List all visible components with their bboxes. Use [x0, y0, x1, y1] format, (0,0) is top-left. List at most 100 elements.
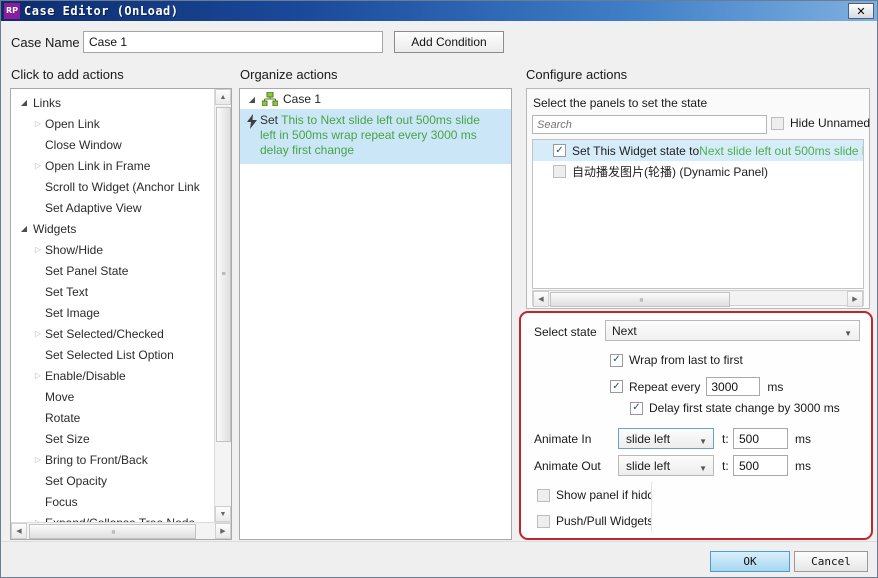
hide-unnamed-checkbox[interactable] — [771, 116, 784, 130]
tree-spacer-icon: ▷ — [31, 350, 45, 359]
case-label: Case 1 — [283, 92, 322, 106]
tree-item[interactable]: ▷Set Image — [11, 302, 215, 323]
tree-item[interactable]: ▷ Set Selected/Checked — [11, 323, 215, 344]
case-name-label: Case Name — [11, 35, 80, 50]
repeat-interval-input[interactable] — [706, 377, 761, 396]
animate-in-time-prefix: t: — [722, 432, 729, 446]
action-detail: This to Next slide left out 500ms slide … — [260, 113, 480, 157]
repeat-checkbox-row[interactable]: ✓ Repeat every ms — [610, 377, 783, 396]
animate-in-time-input[interactable] — [733, 428, 788, 449]
repeat-checkbox[interactable]: ✓ — [610, 380, 623, 393]
hscrollbar-thumb[interactable]: ≡ — [29, 524, 196, 539]
delay-checkbox[interactable]: ✓ — [630, 401, 643, 415]
case-name-input[interactable] — [83, 31, 383, 53]
tree-item[interactable]: ▷ Bring to Front/Back — [11, 449, 215, 470]
wrap-checkbox-row[interactable]: ✓ Wrap from last to first — [610, 353, 743, 367]
panel-item-checkbox[interactable]: ✓ — [553, 144, 566, 157]
configure-actions-header: Configure actions — [526, 67, 628, 82]
sitemap-icon — [261, 91, 279, 107]
case-editor-dialog: RP Case Editor (OnLoad) ✕ Case Name Add … — [0, 0, 878, 578]
show-panel-checkbox-row[interactable]: Show panel if hidde — [537, 488, 661, 502]
tree-item[interactable]: ▷Rotate — [11, 407, 215, 428]
select-state-dropdown[interactable]: Next ▼ — [605, 320, 860, 341]
scroll-up-arrow-icon[interactable]: ▲ — [215, 89, 231, 105]
tree-item[interactable]: ▷Move — [11, 386, 215, 407]
collapse-triangle-icon[interactable]: ▷ — [31, 455, 45, 464]
animate-in-dropdown[interactable]: slide left ▼ — [618, 428, 714, 449]
action-tree-vscrollbar[interactable]: ▲ ≡ ▼ — [214, 89, 231, 522]
action-tree-hscrollbar[interactable]: ◀ ≡ ▶ — [11, 522, 231, 539]
collapse-triangle-icon[interactable]: ▷ — [31, 245, 45, 254]
wrap-checkbox[interactable]: ✓ — [610, 353, 623, 367]
animate-in-ms-label: ms — [795, 432, 811, 446]
tree-item[interactable]: ▷ Show/Hide — [11, 239, 215, 260]
tree-item-label: Set Adaptive View — [45, 200, 142, 215]
tree-item[interactable]: ▷ Open Link in Frame — [11, 155, 215, 176]
tree-item[interactable]: ▷Set Panel State — [11, 260, 215, 281]
tree-item-label: Show/Hide — [45, 242, 104, 257]
expand-triangle-icon[interactable]: ◢ — [17, 224, 31, 233]
tree-item[interactable]: ▷Focus — [11, 491, 215, 512]
tree-item[interactable]: ▷Set Text — [11, 281, 215, 302]
tree-item[interactable]: ▷Set Selected List Option — [11, 344, 215, 365]
lightning-bolt-icon — [244, 114, 260, 132]
expand-triangle-icon[interactable]: ◢ — [17, 98, 31, 107]
animate-out-dropdown[interactable]: slide left ▼ — [618, 455, 714, 476]
wrap-label: Wrap from last to first — [629, 353, 743, 367]
hide-unnamed-checkbox-row[interactable]: Hide Unnamed — [771, 116, 870, 130]
push-pull-checkbox[interactable] — [537, 514, 550, 528]
tree-item-label: Open Link in Frame — [45, 158, 151, 173]
delay-label: Delay first state change by 3000 ms — [649, 401, 840, 415]
animate-in-time-wrap — [733, 428, 788, 449]
tree-item-label: Rotate — [45, 410, 81, 425]
tree-item-label: Bring to Front/Back — [45, 452, 148, 467]
tree-spacer-icon: ▷ — [31, 287, 45, 296]
tree-item[interactable]: ▷Close Window — [11, 134, 215, 155]
panel-selection-list[interactable]: ✓ Set This Widget state to Next slide lef… — [532, 139, 864, 289]
tree-item-label: Set Size — [45, 431, 90, 446]
scroll-down-arrow-icon[interactable]: ▼ — [215, 506, 231, 522]
animate-out-time-input[interactable] — [733, 455, 788, 476]
hscrollbar-thumb[interactable]: ≡ — [550, 292, 730, 307]
hide-unnamed-label: Hide Unnamed — [790, 116, 871, 130]
panel-list-hscrollbar[interactable]: ◀ ≡ ▶ — [532, 290, 864, 307]
tree-item[interactable]: ◢ Links — [11, 92, 215, 113]
animate-in-value: slide left — [626, 431, 671, 446]
tree-item[interactable]: ▷Set Opacity — [11, 470, 215, 491]
scroll-right-arrow-icon[interactable]: ▶ — [847, 291, 863, 307]
scroll-right-arrow-icon[interactable]: ▶ — [215, 523, 231, 539]
tree-item[interactable]: ◢ Widgets — [11, 218, 215, 239]
delay-checkbox-row[interactable]: ✓ Delay first state change by 3000 ms — [630, 401, 840, 415]
tree-item[interactable]: ▷Scroll to Widget (Anchor Link — [11, 176, 215, 197]
tree-item-label: Scroll to Widget (Anchor Link — [45, 179, 200, 194]
case-tree-row[interactable]: ◢ Case 1 — [240, 89, 511, 109]
tree-item[interactable]: ▷ Open Link — [11, 113, 215, 134]
tree-item[interactable]: ▷Set Adaptive View — [11, 197, 215, 218]
collapse-triangle-icon[interactable]: ▷ — [31, 329, 45, 338]
vscrollbar-thumb[interactable]: ≡ — [216, 107, 231, 442]
add-condition-button[interactable]: Add Condition — [394, 31, 504, 53]
chevron-down-icon: ▼ — [699, 464, 707, 473]
tree-item[interactable]: ▷ Enable/Disable — [11, 365, 215, 386]
collapse-triangle-icon[interactable]: ▷ — [31, 119, 45, 128]
action-tree[interactable]: ◢Links▷Open Link▷Close Window▷Open Link … — [11, 92, 215, 533]
search-input[interactable] — [532, 115, 767, 134]
show-panel-checkbox[interactable] — [537, 488, 550, 502]
title-bar: RP Case Editor (OnLoad) ✕ — [1, 1, 877, 21]
push-pull-checkbox-row[interactable]: Push/Pull Widgets — [537, 514, 653, 528]
tree-item[interactable]: ▷Set Size — [11, 428, 215, 449]
ok-button[interactable]: OK — [710, 551, 790, 572]
scrollbar-grip-icon: ≡ — [636, 297, 644, 302]
panel-item-checkbox[interactable] — [553, 165, 566, 178]
scroll-left-arrow-icon[interactable]: ◀ — [533, 291, 549, 307]
expand-triangle-icon[interactable]: ◢ — [245, 95, 259, 104]
collapse-triangle-icon[interactable]: ▷ — [31, 371, 45, 380]
panel-list-item[interactable]: ✓ Set This Widget state to Next slide lef… — [533, 140, 863, 161]
action-description: Set This to Next slide left out 500ms sl… — [260, 113, 488, 158]
scroll-left-arrow-icon[interactable]: ◀ — [11, 523, 27, 539]
panel-list-item[interactable]: 自动播发图片(轮播) (Dynamic Panel) — [533, 161, 863, 182]
collapse-triangle-icon[interactable]: ▷ — [31, 161, 45, 170]
action-list-item[interactable]: Set This to Next slide left out 500ms sl… — [240, 109, 511, 164]
close-icon[interactable]: ✕ — [848, 3, 874, 19]
cancel-button[interactable]: Cancel — [794, 551, 868, 572]
